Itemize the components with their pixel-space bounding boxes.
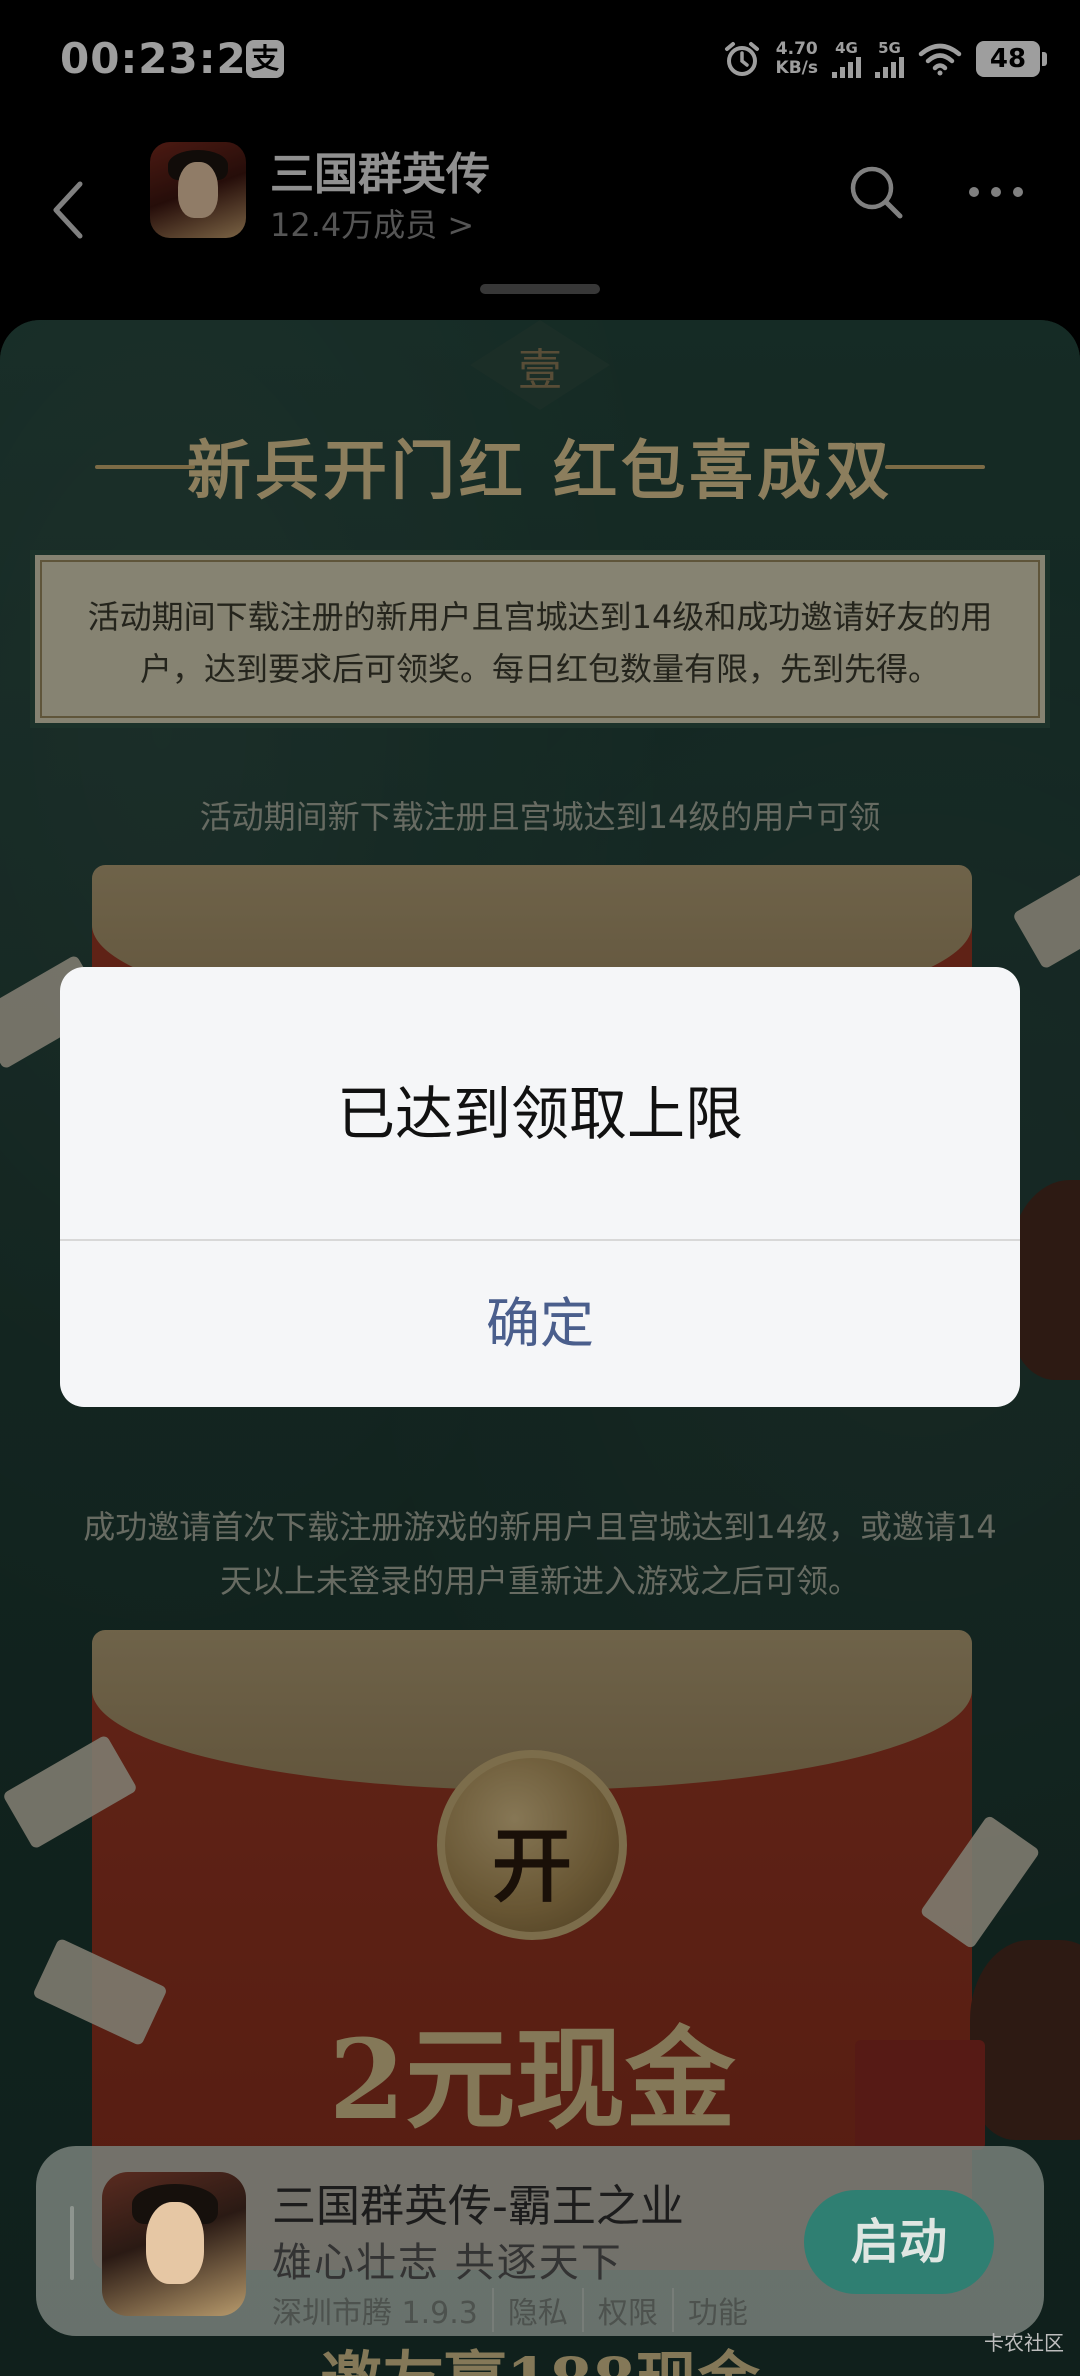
developer-version: 深圳市腾 1.9.3 bbox=[272, 2296, 478, 2331]
privacy-link[interactable]: 隐私 bbox=[491, 2288, 582, 2332]
permissions-link[interactable]: 权限 bbox=[581, 2288, 672, 2332]
watermark: 卡农社区 bbox=[984, 2331, 1064, 2355]
game-name: 三国群英传-霸王之业 bbox=[272, 2181, 684, 2232]
game-meta: 深圳市腾 1.9.3 隐私 权限 功能 bbox=[272, 2288, 762, 2332]
features-link[interactable]: 功能 bbox=[671, 2288, 762, 2332]
limit-reached-dialog: 已达到领取上限 确定 bbox=[60, 967, 1020, 1407]
game-launch-card[interactable]: 三国群英传-霸王之业 雄心壮志 共逐天下 深圳市腾 1.9.3 隐私 权限 功能… bbox=[36, 2146, 1044, 2336]
game-slogan: 雄心壮志 共逐天下 bbox=[272, 2240, 623, 2286]
card-drag-handle[interactable] bbox=[70, 2206, 74, 2280]
launch-button[interactable]: 启动 bbox=[804, 2190, 994, 2294]
dialog-title: 已达到领取上限 bbox=[336, 1080, 743, 1148]
confirm-button[interactable]: 确定 bbox=[60, 1241, 1020, 1407]
game-icon bbox=[102, 2172, 246, 2316]
